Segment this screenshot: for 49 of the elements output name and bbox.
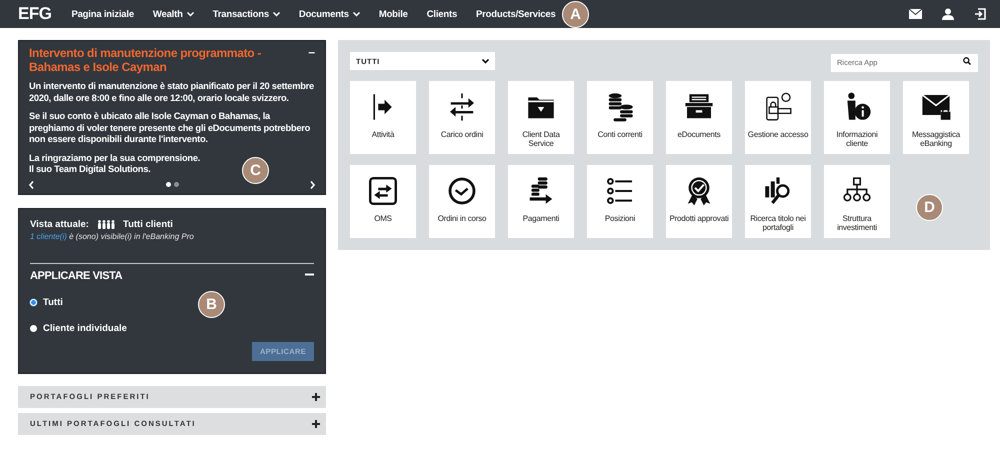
nav-link[interactable]: Mobile [378, 8, 408, 20]
notice-text: Un intervento di manutenzione è stato pianificato per il 20 settembre 2020, dalle ore 8:00 e fino alle ore 12:00, orario locale svizzero. [29, 81, 315, 104]
logo[interactable]: EFG [18, 4, 52, 24]
app-tile[interactable]: Client Data Service [508, 81, 574, 154]
app-tile[interactable]: Messaggistica eBanking [903, 81, 969, 154]
notice-text: La ringraziamo per la sua comprensione. Il suo Team Digital Solutions. [29, 152, 200, 176]
collapse-toggle[interactable]: – [308, 46, 315, 58]
app-tile[interactable]: Carico ordini [429, 81, 495, 154]
nav-link[interactable]: Clients [426, 8, 458, 20]
radio-label[interactable]: Tutti [43, 296, 63, 308]
clock-icon [446, 175, 478, 207]
app-tile[interactable]: Posizioni [587, 165, 653, 238]
user-icon[interactable] [942, 8, 954, 20]
carousel-dot[interactable] [174, 182, 178, 187]
app-tile[interactable]: Attività [350, 81, 416, 154]
radio-button[interactable] [30, 324, 37, 332]
radio-button[interactable] [30, 298, 37, 306]
client-count-link[interactable]: 1 cliente(i) [30, 232, 67, 240]
previous-icon[interactable] [29, 180, 34, 188]
visibility-note: 1 cliente(i) è (sono) visibile(i) in l'eBanking Pro [30, 232, 195, 240]
current-view: Tutti clienti [122, 218, 173, 230]
app-tile[interactable]: OMS [350, 165, 416, 238]
app-tile[interactable]: Prodotti approvati [666, 165, 732, 238]
people-icon [96, 220, 115, 228]
logout-icon[interactable] [974, 8, 986, 20]
chevron-icon [482, 58, 489, 64]
app-tile[interactable]: Pagamenti [508, 165, 574, 238]
nav-link[interactable]: Transactions [212, 8, 280, 20]
app-tile[interactable]: Gestione accesso [745, 81, 811, 154]
carousel-dot[interactable] [166, 182, 170, 187]
radio-label[interactable]: Cliente individuale [43, 322, 127, 334]
section-heading: APPLICARE VISTA [30, 270, 122, 282]
notice-text: Se il suo conto è ubicato alle Isole Cayman o Bahamas, la preghiamo di voler tenere presente che gli eDocuments potrebbero non essere disponibili durante l'intervento. [29, 111, 312, 146]
view-label: Vista attuale: [30, 218, 89, 230]
app-tile[interactable]: Conti correnti [587, 81, 653, 154]
app-tile[interactable]: Informazioni cliente [824, 81, 890, 154]
nav-link[interactable]: Pagina iniziale [71, 8, 134, 20]
app-tile[interactable]: Ordini in corso [429, 165, 495, 238]
app-tile[interactable]: Ricerca titolo nei portafogli [745, 165, 811, 238]
nav-link[interactable]: Documents [298, 8, 360, 20]
mail-icon[interactable] [909, 9, 922, 19]
search-icon[interactable] [963, 57, 971, 65]
next-icon[interactable] [310, 180, 315, 188]
app-tile[interactable]: eDocuments [666, 81, 732, 154]
swap-square-icon [367, 175, 399, 207]
app-tile[interactable]: Struttura investimenti [824, 165, 890, 238]
nav-link[interactable]: Products/Services [476, 8, 556, 20]
notice-title: Intervento di manutenzione programmato - Bahamas e Isole Cayman [29, 46, 262, 74]
nav-link[interactable]: Wealth [152, 8, 194, 20]
